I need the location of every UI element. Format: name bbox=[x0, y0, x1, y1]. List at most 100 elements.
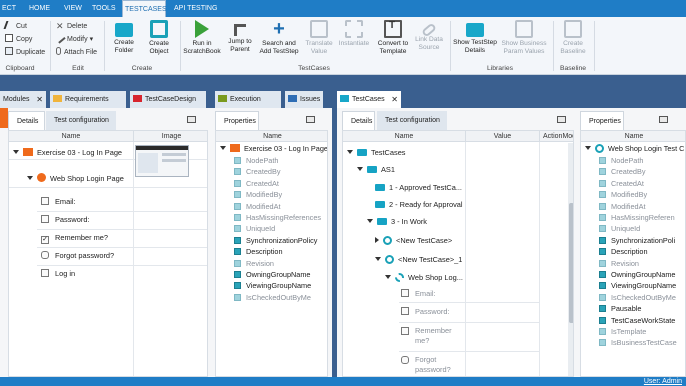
property-row[interactable]: Description bbox=[599, 246, 685, 257]
column-header-actionmode[interactable]: ActionMode bbox=[539, 131, 573, 142]
tree-item-ready[interactable]: 2 - Ready for Approval bbox=[375, 196, 463, 213]
cut-button[interactable]: Cut bbox=[3, 21, 27, 33]
expand-icon[interactable] bbox=[585, 146, 591, 150]
printer-icon[interactable] bbox=[557, 116, 566, 123]
tree-item-email[interactable]: Email: bbox=[401, 285, 436, 302]
column-header-value[interactable]: Value bbox=[465, 131, 539, 142]
create-object-button[interactable]: Create Object bbox=[142, 20, 176, 55]
expand-icon[interactable] bbox=[385, 275, 391, 279]
property-row[interactable]: OwningGroupName bbox=[599, 269, 685, 280]
property-row[interactable]: UniqueId bbox=[234, 223, 327, 234]
column-header-name[interactable]: Name bbox=[216, 131, 327, 142]
expand-icon[interactable] bbox=[357, 167, 363, 171]
modify-button[interactable]: Modify ▾ bbox=[54, 32, 93, 46]
printer-icon[interactable] bbox=[187, 116, 196, 123]
menu-project[interactable]: ECT bbox=[0, 0, 18, 17]
column-header-name[interactable]: Name bbox=[581, 131, 685, 142]
expand-icon[interactable] bbox=[347, 150, 353, 154]
jump-to-parent-button[interactable]: Jump to Parent bbox=[223, 20, 257, 53]
column-header-name[interactable]: Name bbox=[343, 131, 465, 142]
show-business-param-button[interactable]: Show Business Param Values bbox=[500, 20, 548, 55]
property-row[interactable]: HasMissingReferen bbox=[599, 212, 685, 223]
translate-value-button[interactable]: Translate Value bbox=[302, 20, 336, 55]
tree-item-email[interactable]: Email: bbox=[41, 193, 76, 210]
tree-item-new-testcase-1[interactable]: <New TestCase>_1 bbox=[375, 251, 462, 268]
property-row[interactable]: CreatedBy bbox=[599, 166, 685, 177]
tree-item-new-testcase[interactable]: <New TestCase> bbox=[375, 232, 452, 249]
tab-execution[interactable]: Execution bbox=[215, 91, 281, 108]
tab-testcasedesign[interactable]: TestCaseDesign bbox=[130, 91, 206, 108]
tree-item-forgot[interactable]: Forgot password? bbox=[401, 352, 451, 376]
property-row[interactable]: ViewingGroupName bbox=[234, 280, 327, 291]
tab-test-configuration[interactable]: Test configuration bbox=[377, 111, 447, 131]
expand-icon[interactable] bbox=[375, 257, 381, 261]
create-baseline-button[interactable]: Create Baseline bbox=[556, 20, 590, 55]
property-row[interactable]: IsBusinessTestCase bbox=[599, 337, 685, 348]
tab-modules[interactable]: Modules ✕ bbox=[0, 91, 46, 108]
expand-icon[interactable] bbox=[367, 219, 373, 223]
property-row[interactable]: NodePath bbox=[599, 155, 685, 166]
delete-button[interactable]: ✕ Delete bbox=[56, 21, 87, 33]
property-row[interactable]: ModifiedBy bbox=[234, 189, 327, 200]
tree-item-teststep[interactable]: Web Shop Log... bbox=[385, 269, 463, 286]
property-row[interactable]: IsCheckedOutByMe bbox=[234, 292, 327, 303]
property-row[interactable]: Revision bbox=[234, 258, 327, 269]
expand-icon[interactable] bbox=[220, 146, 226, 150]
property-row[interactable]: HasMissingReferences bbox=[234, 212, 327, 223]
property-row[interactable]: ViewingGroupName bbox=[599, 280, 685, 291]
menu-view[interactable]: VIEW bbox=[62, 0, 84, 17]
close-icon[interactable]: ✕ bbox=[36, 91, 43, 108]
tree-item-approved[interactable]: 1 - Approved TestCa... bbox=[375, 179, 462, 196]
tree-item-remember[interactable]: Remember me? bbox=[401, 323, 452, 349]
tree-item-in-work[interactable]: 3 - In Work bbox=[367, 213, 427, 230]
menu-tools[interactable]: TOOLS bbox=[90, 0, 118, 17]
splitter[interactable] bbox=[332, 86, 337, 377]
tree-item-as1[interactable]: AS1 bbox=[357, 161, 395, 178]
tree-item-module[interactable]: Exercise 03 - Log In Page bbox=[13, 144, 131, 161]
tree-item-password[interactable]: Password: bbox=[401, 303, 450, 320]
property-row[interactable]: Revision bbox=[599, 258, 685, 269]
property-row[interactable]: IsCheckedOutByMe bbox=[599, 292, 685, 303]
property-row[interactable]: SynchronizationPolicy bbox=[234, 235, 327, 246]
property-row[interactable]: Pausable bbox=[599, 303, 685, 314]
tree-item-password[interactable]: Password: bbox=[41, 211, 90, 228]
property-row[interactable]: Description bbox=[234, 246, 327, 257]
tab-properties[interactable]: Properties bbox=[580, 111, 624, 131]
tab-testcases[interactable]: TestCases ✕ bbox=[337, 91, 401, 108]
expand-icon[interactable] bbox=[27, 176, 33, 180]
tab-properties[interactable]: Properties bbox=[215, 111, 259, 131]
show-teststep-details-button[interactable]: Show TestStep Details bbox=[452, 20, 498, 54]
attach-file-button[interactable]: Attach File bbox=[56, 47, 97, 59]
expand-icon[interactable] bbox=[13, 150, 19, 154]
instantiate-button[interactable]: Instantiate bbox=[336, 20, 372, 48]
convert-to-template-button[interactable]: T Convert to Template bbox=[374, 20, 412, 55]
tree-item-testcases[interactable]: TestCases bbox=[347, 144, 406, 161]
printer-icon[interactable] bbox=[306, 116, 315, 123]
tab-test-configuration[interactable]: Test configuration bbox=[46, 111, 116, 131]
user-link[interactable]: User: Admin bbox=[644, 377, 682, 386]
tab-details[interactable]: Details bbox=[342, 111, 375, 131]
column-header-image[interactable]: Image bbox=[133, 131, 207, 142]
printer-icon[interactable] bbox=[659, 116, 668, 123]
menu-home[interactable]: HOME bbox=[27, 0, 52, 17]
property-row[interactable]: NodePath bbox=[234, 155, 327, 166]
tree-item-forgot[interactable]: Forgot password? bbox=[41, 247, 114, 264]
property-row[interactable]: TestCaseWorkState bbox=[599, 315, 685, 326]
property-row[interactable]: CreatedAt bbox=[599, 178, 685, 189]
property-row[interactable]: UniqueId bbox=[599, 223, 685, 234]
tree-item-remember[interactable]: ✓ Remember me? bbox=[41, 229, 108, 246]
property-row[interactable]: SynchronizationPoli bbox=[599, 235, 685, 246]
tree-item-login[interactable]: Log in bbox=[41, 265, 75, 282]
property-row[interactable]: IsTemplate bbox=[599, 326, 685, 337]
property-row[interactable]: OwningGroupName bbox=[234, 269, 327, 280]
tab-issues[interactable]: Issues bbox=[285, 91, 323, 108]
column-header-name[interactable]: Name bbox=[9, 131, 133, 142]
copy-button[interactable]: Copy bbox=[5, 34, 32, 46]
property-row[interactable]: CreatedBy bbox=[234, 166, 327, 177]
menu-testcases[interactable]: TESTCASES bbox=[122, 0, 167, 18]
menu-api-testing[interactable]: API TESTING bbox=[172, 0, 219, 17]
scrollbar-thumb[interactable] bbox=[569, 203, 573, 323]
property-row[interactable]: ModifiedBy bbox=[599, 189, 685, 200]
property-row[interactable]: ModifiedAt bbox=[234, 201, 327, 212]
tab-details[interactable]: Details bbox=[8, 111, 45, 131]
